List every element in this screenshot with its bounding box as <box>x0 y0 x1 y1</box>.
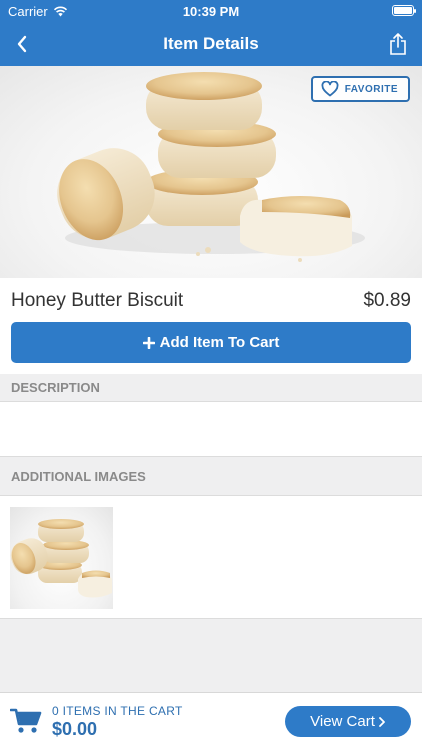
item-hero-image: FAVORITE <box>0 66 422 278</box>
shopping-cart-icon[interactable] <box>10 707 42 735</box>
battery-icon <box>392 5 416 16</box>
additional-images-header: ADDITIONAL IMAGES <box>0 457 422 495</box>
heart-outline-icon <box>321 81 339 97</box>
add-to-cart-label: Add Item To Cart <box>159 334 280 351</box>
share-button[interactable] <box>382 28 414 60</box>
description-content <box>0 401 422 457</box>
item-name: Honey Butter Biscuit <box>11 290 184 311</box>
item-name-row: Honey Butter Biscuit $0.89 <box>0 278 422 322</box>
share-icon <box>390 33 406 55</box>
chevron-left-icon <box>17 35 27 53</box>
cart-item-count: 0 ITEMS IN THE CART <box>52 704 183 718</box>
additional-image-thumbnail[interactable] <box>10 507 113 609</box>
status-time: 10:39 PM <box>182 4 240 19</box>
add-to-cart-button[interactable]: Add Item To Cart <box>11 322 411 363</box>
cart-total: $0.00 <box>52 719 98 739</box>
page-title: Item Details <box>163 34 259 53</box>
view-cart-button[interactable]: View Cart <box>285 706 411 737</box>
favorite-button[interactable]: FAVORITE <box>310 76 410 102</box>
favorite-label: FAVORITE <box>344 83 398 95</box>
nav-bar: Item Details <box>0 22 422 66</box>
add-to-cart-area: Add Item To Cart <box>0 322 422 374</box>
back-button[interactable] <box>6 28 38 60</box>
plus-icon <box>142 336 155 349</box>
view-cart-label: View Cart <box>310 713 375 730</box>
additional-images-list <box>0 495 422 619</box>
status-bar: Carrier 10:39 PM <box>0 0 422 22</box>
biscuit-thumbnail-image <box>10 519 112 598</box>
cart-footer: 0 ITEMS IN THE CART $0.00 View Cart <box>0 692 422 750</box>
item-price: $0.89 <box>363 290 411 311</box>
description-header: DESCRIPTION <box>0 374 422 401</box>
chevron-right-icon <box>378 716 385 727</box>
